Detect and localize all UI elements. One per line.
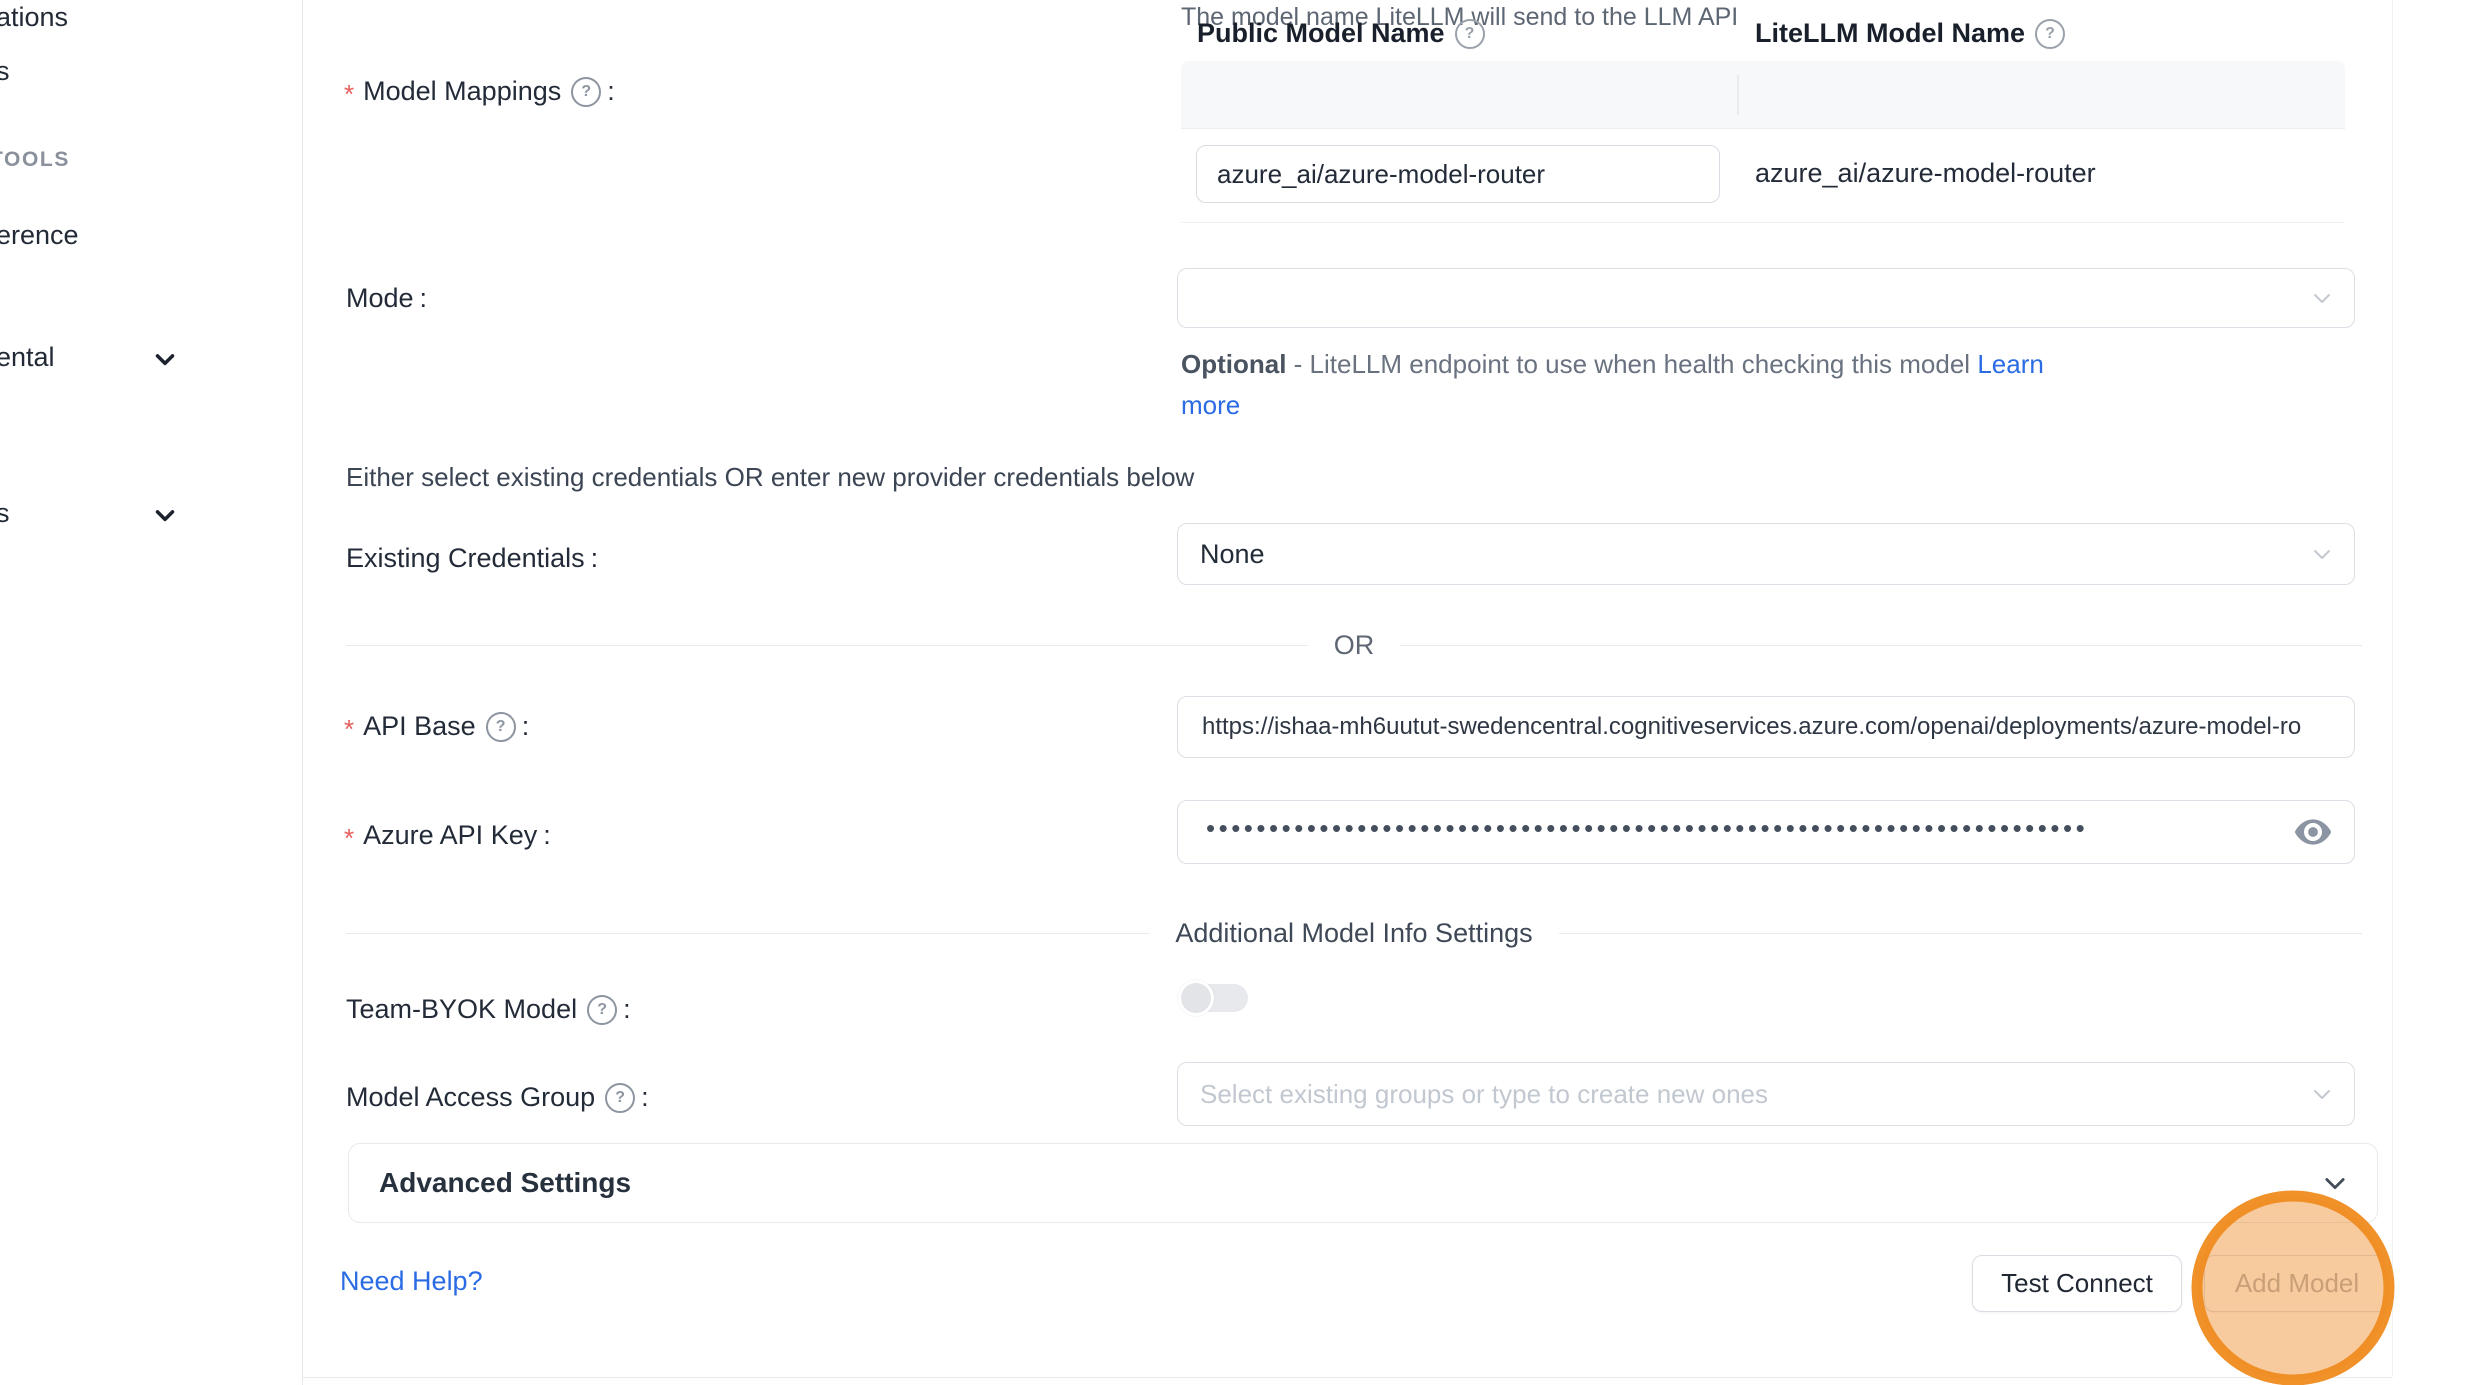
model-access-group-label-text: Model Access Group	[346, 1082, 595, 1113]
help-question-icon[interactable]: ?	[486, 712, 516, 742]
table-bottom-border	[1181, 222, 2345, 223]
sidebar-item-settings[interactable]: s	[0, 498, 10, 529]
card-right-border	[2392, 0, 2393, 1377]
sidebar-item-logs[interactable]: s	[0, 56, 10, 87]
existing-credentials-label: Existing Credentials :	[346, 543, 598, 574]
azure-api-key-label-text: Azure API Key	[363, 820, 537, 851]
help-question-icon[interactable]: ?	[1455, 19, 1485, 49]
model-access-group-select[interactable]: Select existing groups or type to create…	[1177, 1062, 2355, 1126]
mode-select[interactable]	[1177, 268, 2355, 328]
column-public-model-name: Public Model Name ?	[1197, 0, 1485, 67]
test-connect-button[interactable]: Test Connect	[1972, 1255, 2182, 1312]
api-base-label: * API Base ? :	[344, 711, 529, 742]
mode-label-text: Mode	[346, 283, 414, 314]
additional-settings-title: Additional Model Info Settings	[1149, 918, 1558, 949]
learn-more-link[interactable]: Learn	[1977, 349, 2044, 379]
or-label: OR	[1308, 630, 1401, 661]
need-help-link[interactable]: Need Help?	[340, 1266, 483, 1297]
column-divider	[1737, 75, 1739, 115]
team-byok-label-text: Team-BYOK Model	[346, 994, 577, 1025]
or-divider: OR	[346, 630, 2362, 660]
api-base-input[interactable]: https://ishaa-mh6uutut-swedencentral.cog…	[1177, 696, 2355, 758]
api-base-label-text: API Base	[363, 711, 476, 742]
colon: :	[641, 1082, 649, 1113]
team-byok-toggle[interactable]	[1178, 980, 1250, 1016]
chevron-down-icon	[2310, 286, 2334, 310]
colon: :	[543, 820, 551, 851]
chevron-down-icon	[150, 344, 180, 374]
chevron-down-icon	[150, 500, 180, 530]
toggle-knob	[1178, 980, 1214, 1016]
model-access-group-placeholder: Select existing groups or type to create…	[1178, 1079, 1768, 1110]
help-question-icon[interactable]: ?	[605, 1083, 635, 1113]
colon: :	[522, 711, 530, 742]
sidebar-item-organizations[interactable]: ations	[0, 2, 68, 33]
advanced-settings-panel[interactable]: Advanced Settings	[348, 1143, 2378, 1223]
team-byok-label: Team-BYOK Model ? :	[346, 994, 631, 1025]
column-litellm-model-name: LiteLLM Model Name ?	[1755, 0, 2065, 67]
colon: :	[623, 994, 631, 1025]
advanced-settings-title: Advanced Settings	[379, 1167, 631, 1199]
litellm-model-name-value: azure_ai/azure-model-router	[1755, 158, 2096, 189]
azure-api-key-label: * Azure API Key :	[344, 820, 551, 851]
eye-icon[interactable]	[2294, 817, 2332, 847]
sidebar: ations s TOOLS erence ental s	[0, 0, 303, 1385]
help-question-icon[interactable]: ?	[587, 995, 617, 1025]
existing-credentials-select[interactable]: None	[1177, 523, 2355, 585]
azure-api-key-input[interactable]: ••••••••••••••••••••••••••••••••••••••••…	[1177, 800, 2355, 864]
existing-credentials-label-text: Existing Credentials	[346, 543, 585, 574]
additional-settings-divider: Additional Model Info Settings	[346, 918, 2362, 948]
sidebar-section-tools: TOOLS	[0, 148, 70, 172]
learn-more-link[interactable]: more	[1181, 390, 1240, 420]
colon: :	[420, 283, 428, 314]
add-model-button[interactable]: Add Model	[2204, 1255, 2390, 1312]
chevron-down-icon	[2310, 542, 2334, 566]
model-mappings-table-header	[1181, 61, 2345, 129]
model-mappings-label: * Model Mappings ? :	[344, 76, 615, 107]
model-mappings-label-text: Model Mappings	[363, 76, 561, 107]
mode-help-text: Optional - LiteLLM endpoint to use when …	[1181, 344, 2291, 426]
chevron-down-icon	[2310, 1082, 2334, 1106]
column-label: Public Model Name	[1197, 18, 1445, 49]
help-question-icon[interactable]: ?	[571, 77, 601, 107]
optional-emphasis: Optional	[1181, 349, 1286, 379]
existing-credentials-value: None	[1178, 539, 1265, 570]
mode-label: Mode :	[346, 283, 427, 314]
mode-help-body: - LiteLLM endpoint to use when health ch…	[1286, 349, 1977, 379]
card-bottom-border	[302, 1377, 2392, 1378]
column-label: LiteLLM Model Name	[1755, 18, 2025, 49]
required-asterisk: *	[344, 79, 354, 110]
divider-line	[346, 933, 1149, 934]
masked-api-key-value: ••••••••••••••••••••••••••••••••••••••••…	[1178, 813, 2216, 844]
divider-line	[346, 645, 1308, 646]
public-model-name-input[interactable]	[1196, 145, 1720, 203]
colon: :	[607, 76, 615, 107]
sidebar-item-experimental[interactable]: ental	[0, 342, 55, 373]
help-question-icon[interactable]: ?	[2035, 19, 2065, 49]
credentials-note: Either select existing credentials OR en…	[346, 462, 1194, 493]
chevron-down-icon	[2321, 1169, 2349, 1197]
model-access-group-label: Model Access Group ? :	[346, 1082, 649, 1113]
divider-line	[1400, 645, 2362, 646]
colon: :	[591, 543, 599, 574]
sidebar-item-reference[interactable]: erence	[0, 220, 79, 251]
required-asterisk: *	[344, 714, 354, 745]
required-asterisk: *	[344, 823, 354, 854]
api-base-value: https://ishaa-mh6uutut-swedencentral.cog…	[1178, 713, 2302, 741]
divider-line	[1559, 933, 2362, 934]
